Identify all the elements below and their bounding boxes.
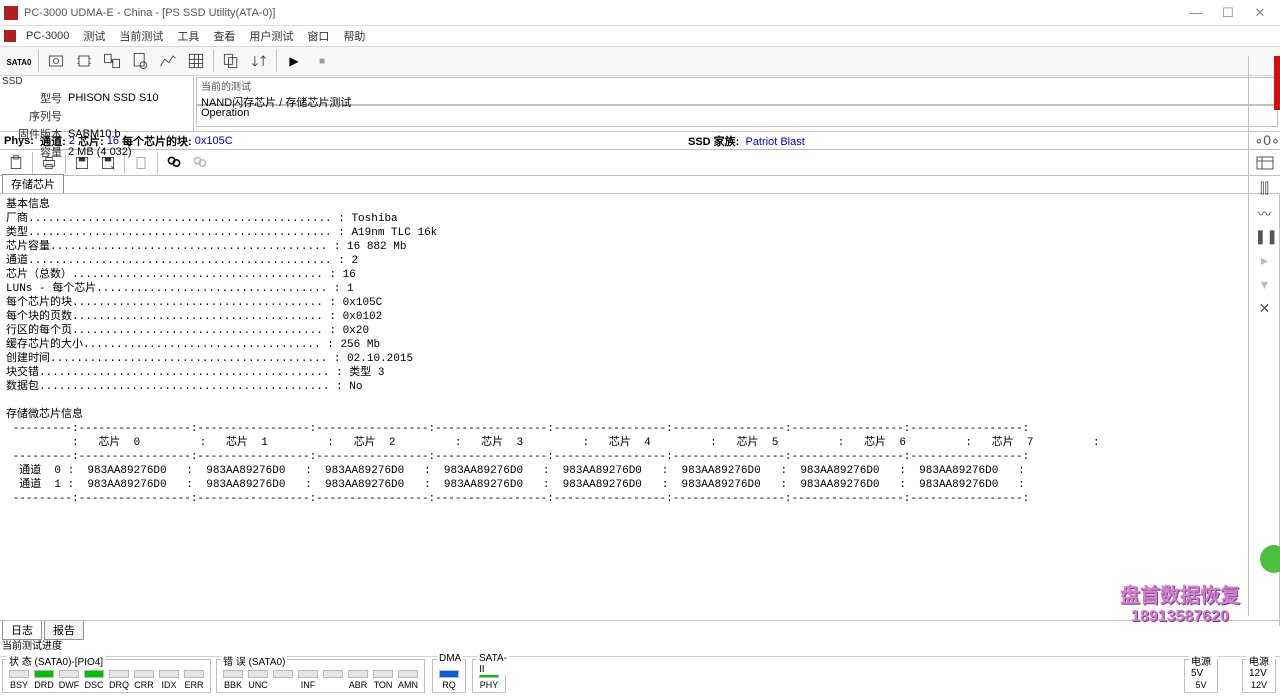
menu-help[interactable]: 帮助: [337, 26, 371, 46]
sata0-button[interactable]: SATA0: [4, 48, 34, 74]
model-value: PHISON SSD S10: [68, 90, 158, 106]
led-abr: ABR: [346, 670, 370, 690]
signal-icon[interactable]: ⫿⫿: [1255, 180, 1275, 200]
tab-row: 存储芯片: [0, 176, 1280, 194]
led-: [271, 670, 295, 690]
led-bbk: BBK: [221, 670, 245, 690]
app-icon-small: [4, 30, 16, 42]
info-row: SSD 型号PHISON SSD S10 序列号 固件版本SABM10.b 容量…: [0, 76, 1280, 132]
maximize-button[interactable]: ☐: [1212, 3, 1244, 23]
menu-user-test[interactable]: 用户测试: [243, 26, 299, 46]
led-crr: CRR: [132, 670, 156, 690]
doc-gear-icon[interactable]: [127, 48, 153, 74]
right-sidebar: ∘0∘ ⫿⫿ 〰 ❚❚ ▸ ▾ ✕: [1248, 56, 1280, 616]
led-: [321, 670, 345, 690]
window-title: PC-3000 UDMA-E - China - [PS SSD Utility…: [24, 7, 275, 19]
phys-row: Phys: 通道: 2 芯片: 16 每个芯片的块: 0x105C SSD 家族…: [0, 132, 1280, 150]
grid-icon[interactable]: [183, 48, 209, 74]
led-drq: DRQ: [107, 670, 131, 690]
menu-tools[interactable]: 工具: [171, 26, 205, 46]
capacity-value: 2 MB (4 032): [68, 144, 158, 160]
float-badge[interactable]: [1260, 545, 1280, 573]
search-icon[interactable]: [162, 152, 186, 174]
sata2-group: SATA-II PHY: [472, 659, 506, 693]
minimize-button[interactable]: —: [1180, 3, 1212, 23]
right-arrow-icon[interactable]: ▸: [1255, 252, 1275, 272]
led-inf: INF: [296, 670, 320, 690]
stop-button[interactable]: ■: [309, 48, 335, 74]
dma-group: DMA RQ: [432, 659, 466, 693]
led-drd: DRD: [32, 670, 56, 690]
chart-icon[interactable]: [155, 48, 181, 74]
register-icon[interactable]: [1255, 156, 1275, 176]
status-bar: 状 态 (SATA0)-[PIO4] BSYDRDDWFDSCDRQCRRIDX…: [0, 656, 1280, 698]
red-indicator: [1274, 56, 1280, 110]
doc-flow-icon[interactable]: [99, 48, 125, 74]
menu-current-test[interactable]: 当前测试: [113, 26, 169, 46]
menu-app[interactable]: PC-3000: [20, 28, 75, 44]
wave-icon[interactable]: 〰: [1255, 204, 1275, 224]
led-bsy: BSY: [7, 670, 31, 690]
app-icon: [4, 6, 18, 20]
operation-label: Operation: [201, 107, 249, 119]
tab-chip[interactable]: 存储芯片: [2, 174, 64, 193]
chip-icon[interactable]: [71, 48, 97, 74]
menubar: PC-3000 测试 当前测试 工具 查看 用户测试 窗口 帮助: [0, 26, 1280, 46]
status-group: 状 态 (SATA0)-[PIO4] BSYDRDDWFDSCDRQCRRIDX…: [2, 659, 211, 693]
menu-view[interactable]: 查看: [207, 26, 241, 46]
led-ton: TON: [371, 670, 395, 690]
led-rq: RQ: [437, 670, 461, 690]
bottom-tabs: 日志 报告: [0, 620, 1280, 638]
zero-indicator: ∘0∘: [1255, 132, 1275, 152]
led-unc: UNC: [246, 670, 270, 690]
led-idx: IDX: [157, 670, 181, 690]
close-button[interactable]: ✕: [1244, 3, 1276, 23]
error-group: 错 误 (SATA0) BBKUNCINFABRTONAMN: [216, 659, 425, 693]
progress-label: 当前测试进度: [2, 637, 62, 652]
watermark: 盘首数据恢复 18913587620: [1120, 579, 1240, 626]
copy-icon[interactable]: [218, 48, 244, 74]
led-dsc: DSC: [82, 670, 106, 690]
toolbar: SATA0 ▶ ■: [0, 46, 1280, 76]
play-button[interactable]: ▶: [281, 48, 307, 74]
titlebar: PC-3000 UDMA-E - China - [PS SSD Utility…: [0, 0, 1280, 26]
drive-icon[interactable]: [43, 48, 69, 74]
led-amn: AMN: [396, 670, 420, 690]
firmware-value: SABM10.b: [68, 126, 158, 142]
ssd-label: SSD: [2, 76, 23, 87]
ssd-family-value: Patriot Blast: [745, 136, 804, 148]
led-dwf: DWF: [57, 670, 81, 690]
test-info-panel: 当前的测试NAND闪存芯片 / 存储芯片测试 Operation: [194, 76, 1280, 131]
sort-icon[interactable]: [246, 48, 272, 74]
pause-icon[interactable]: ❚❚: [1255, 228, 1275, 248]
toolbar2: [0, 150, 1280, 176]
down-arrow-icon[interactable]: ▾: [1255, 276, 1275, 296]
search-disabled-icon: [188, 152, 212, 174]
menu-test[interactable]: 测试: [77, 26, 111, 46]
drive-info-panel: SSD 型号PHISON SSD S10 序列号 固件版本SABM10.b 容量…: [0, 76, 194, 131]
led-err: ERR: [182, 670, 206, 690]
power5v-group: 电源 5V 5V: [1184, 659, 1218, 693]
report-area: 基本信息 厂商.................................…: [0, 194, 1280, 626]
serial-value: [68, 108, 158, 124]
tools-icon[interactable]: ✕: [1255, 300, 1275, 320]
power12v-group: 电源 12V 12V: [1242, 659, 1276, 693]
menu-window[interactable]: 窗口: [301, 26, 335, 46]
